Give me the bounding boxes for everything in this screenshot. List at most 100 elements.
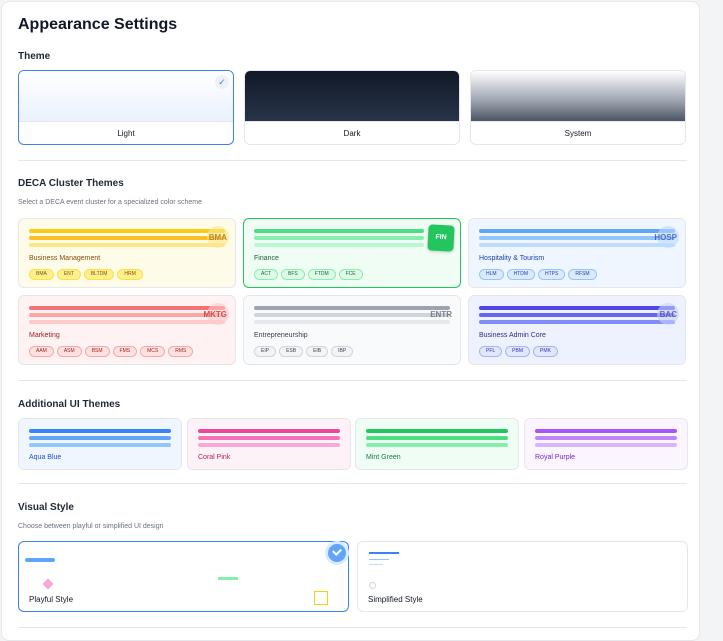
cluster-card-business-management[interactable]: BMA Business Management BMA ENT BLTDM HR… xyxy=(18,218,236,288)
preview-bar xyxy=(29,313,225,317)
radio-icon xyxy=(369,582,376,589)
ui-theme-royal-purple[interactable]: Royal Purple xyxy=(524,418,688,470)
theme-option-system[interactable]: System xyxy=(470,70,686,145)
cluster-tag: RFSM xyxy=(568,269,597,280)
cluster-tag: BLTDM xyxy=(83,269,115,280)
theme-section-title: Theme xyxy=(18,51,51,62)
preview-bar xyxy=(29,229,225,233)
cluster-card-marketing[interactable]: MKTG Marketing AAM ASM BSM FMS MCS RMS xyxy=(18,295,236,365)
cluster-card-business-admin-core[interactable]: BAC Business Admin Core PFL PBM PMK xyxy=(468,295,686,365)
preview-bar xyxy=(535,436,677,440)
cluster-tag: ASM xyxy=(56,346,82,357)
preview-bar xyxy=(369,552,399,554)
diamond-shape xyxy=(42,578,54,590)
preview-bar xyxy=(366,443,508,447)
dark-theme-preview xyxy=(245,71,459,121)
cluster-abbr: FIN xyxy=(427,224,455,252)
cluster-tag: FCE xyxy=(338,269,363,280)
cluster-tag: BMA xyxy=(29,269,54,280)
divider xyxy=(18,380,687,381)
cluster-abbr: BAC xyxy=(659,310,677,319)
preview-bar xyxy=(29,429,171,433)
cluster-tag: ACT xyxy=(254,269,278,280)
cluster-tag: PFL xyxy=(479,346,503,357)
preview-bar xyxy=(254,313,450,317)
cluster-card-finance[interactable]: FIN Finance ACT BFS FTDM FCE xyxy=(243,218,461,288)
check-icon xyxy=(328,544,346,562)
cluster-tags: BMA ENT BLTDM HRM xyxy=(29,269,143,280)
preview-bar xyxy=(254,243,424,247)
cluster-tag: HRM xyxy=(117,269,143,280)
divider xyxy=(18,627,687,628)
cluster-tags: HLM HTDM HTPS RFSM xyxy=(479,269,597,280)
cluster-name: Marketing xyxy=(29,332,60,339)
visual-style-label: Simplified Style xyxy=(368,595,423,604)
cluster-tags: ACT BFS FTDM FCE xyxy=(254,269,363,280)
cluster-tag: HLM xyxy=(479,269,504,280)
cluster-tag: ESB xyxy=(279,346,304,357)
check-icon: ✓ xyxy=(215,75,229,89)
preview-bar xyxy=(369,564,383,565)
preview-bar xyxy=(29,236,225,240)
preview-bar xyxy=(254,229,424,233)
light-theme-preview xyxy=(19,71,233,121)
theme-option-light[interactable]: ✓ Light xyxy=(18,70,234,145)
cluster-tag: ENT xyxy=(56,269,81,280)
ui-theme-name: Aqua Blue xyxy=(29,454,62,461)
preview-bar xyxy=(29,443,171,447)
preview-bar xyxy=(198,443,340,447)
square-shape xyxy=(314,591,328,605)
cluster-tag: HTPS xyxy=(538,269,566,280)
preview-bar xyxy=(479,313,675,317)
cluster-tag: FMS xyxy=(112,346,138,357)
divider xyxy=(18,483,687,484)
preview-bar xyxy=(535,429,677,433)
appearance-settings-panel: Appearance Settings Theme ✓ Light Dark S… xyxy=(1,1,700,641)
preview-bar xyxy=(25,558,55,562)
preview-bar xyxy=(535,443,677,447)
divider xyxy=(18,160,687,161)
theme-option-dark[interactable]: Dark xyxy=(244,70,460,145)
cluster-abbr: ENTR xyxy=(430,310,452,319)
system-theme-preview xyxy=(471,71,685,121)
preview-bar xyxy=(198,436,340,440)
cluster-card-entrepreneurship[interactable]: ENTR Entrepreneurship EIP ESB EIB IBP xyxy=(243,295,461,365)
preview-bar xyxy=(369,559,389,560)
cluster-name: Business Admin Core xyxy=(479,332,546,339)
cluster-tag: EIB xyxy=(306,346,329,357)
visual-style-section-subtitle: Choose between playful or simplified UI … xyxy=(18,523,164,530)
cluster-name: Business Management xyxy=(29,255,101,262)
ui-theme-name: Coral Pink xyxy=(198,454,231,461)
visual-style-label: Playful Style xyxy=(29,595,74,604)
cluster-tag: BSM xyxy=(84,346,110,357)
cluster-card-hospitality-tourism[interactable]: HOSP Hospitality & Tourism HLM HTDM HTPS… xyxy=(468,218,686,288)
preview-bar xyxy=(254,306,450,310)
visual-style-playful[interactable]: Playful Style xyxy=(18,541,349,612)
clusters-section-title: DECA Cluster Themes xyxy=(18,178,124,189)
cluster-abbr: HOSP xyxy=(654,233,677,242)
preview-bar xyxy=(366,429,508,433)
ui-theme-aqua-blue[interactable]: Aqua Blue xyxy=(18,418,182,470)
cluster-tag: BFS xyxy=(281,269,305,280)
preview-bar xyxy=(479,320,675,324)
cluster-tags: PFL PBM PMK xyxy=(479,346,558,357)
cluster-tag: PBM xyxy=(505,346,531,357)
preview-bar xyxy=(218,577,238,580)
cluster-tag: HTDM xyxy=(506,269,536,280)
ui-theme-mint-green[interactable]: Mint Green xyxy=(355,418,519,470)
cluster-abbr: BMA xyxy=(208,233,227,242)
cluster-tags: AAM ASM BSM FMS MCS RMS xyxy=(29,346,194,357)
visual-style-simplified[interactable]: Simplified Style xyxy=(357,541,688,612)
preview-bar xyxy=(29,243,225,247)
preview-bar xyxy=(29,436,171,440)
theme-option-label: System xyxy=(471,121,685,144)
cluster-tag: PMK xyxy=(533,346,558,357)
cluster-name: Finance xyxy=(254,255,279,262)
ui-theme-coral-pink[interactable]: Coral Pink xyxy=(187,418,351,470)
cluster-tag: IBP xyxy=(331,346,354,357)
cluster-tag: AAM xyxy=(29,346,54,357)
preview-bar xyxy=(479,229,675,233)
theme-option-label: Dark xyxy=(245,121,459,144)
ui-theme-name: Mint Green xyxy=(366,454,401,461)
preview-bar xyxy=(29,320,225,324)
